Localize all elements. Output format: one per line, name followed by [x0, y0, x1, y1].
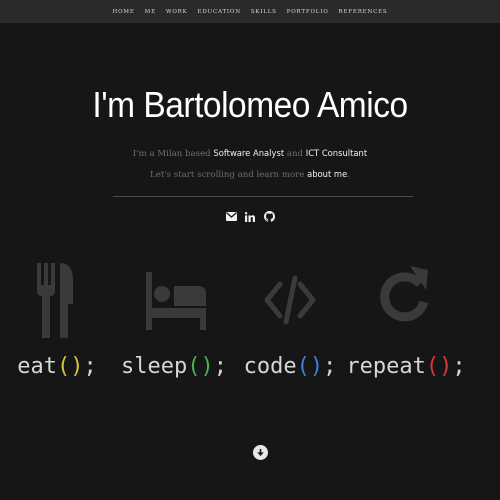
intro-part1: I'm a Milan based: [132, 149, 214, 159]
activity-label-eat: eat();: [17, 354, 97, 379]
arrow-down-icon: [257, 449, 264, 456]
nav-item-skills[interactable]: SKILLS: [251, 9, 277, 15]
nav-item-references[interactable]: REFERENCES: [339, 9, 388, 15]
intro-end: .: [347, 169, 350, 180]
top-navbar: HOME ME WORK EDUCATION SKILLS PORTFOLIO …: [0, 0, 500, 23]
nav-item-me[interactable]: ME: [145, 9, 156, 15]
envelope-icon[interactable]: [225, 211, 237, 222]
activity-repeat: repeat();: [346, 258, 466, 388]
page-title: I'm Bartolomeo Amico: [92, 84, 408, 125]
activity-code: code();: [230, 258, 350, 388]
fork-knife-icon: [0, 258, 117, 338]
nav-item-home[interactable]: HOME: [112, 9, 134, 15]
bed-icon: [114, 258, 234, 338]
nav-item-education[interactable]: EDUCATION: [198, 9, 241, 15]
intro-and: and: [284, 149, 306, 159]
intro-part2: Let's start scrolling and learn more: [150, 169, 308, 180]
role-software-analyst: Software Analyst: [213, 148, 285, 158]
activity-label-code: code();: [243, 354, 337, 379]
activity-sleep: sleep();: [114, 258, 234, 388]
activities-section: eat(); sleep(); code(); repeat();: [0, 258, 500, 388]
intro-text: I'm a Milan based Software Analyst and I…: [130, 144, 370, 185]
social-links: [0, 211, 500, 222]
hero-divider: [113, 196, 413, 197]
code-icon: [230, 258, 350, 338]
role-ict-consultant: ICT Consultant: [305, 148, 368, 158]
about-me-link[interactable]: about me: [307, 169, 347, 179]
linkedin-icon[interactable]: [245, 211, 256, 222]
activity-label-repeat: repeat();: [346, 354, 466, 379]
nav-item-portfolio[interactable]: PORTFOLIO: [287, 9, 329, 15]
github-icon[interactable]: [263, 211, 275, 222]
repeat-icon: [346, 258, 466, 338]
activity-eat: eat();: [0, 258, 117, 388]
activity-label-sleep: sleep();: [121, 354, 227, 379]
nav-item-work[interactable]: WORK: [166, 9, 188, 15]
scroll-down-button[interactable]: [253, 445, 268, 460]
